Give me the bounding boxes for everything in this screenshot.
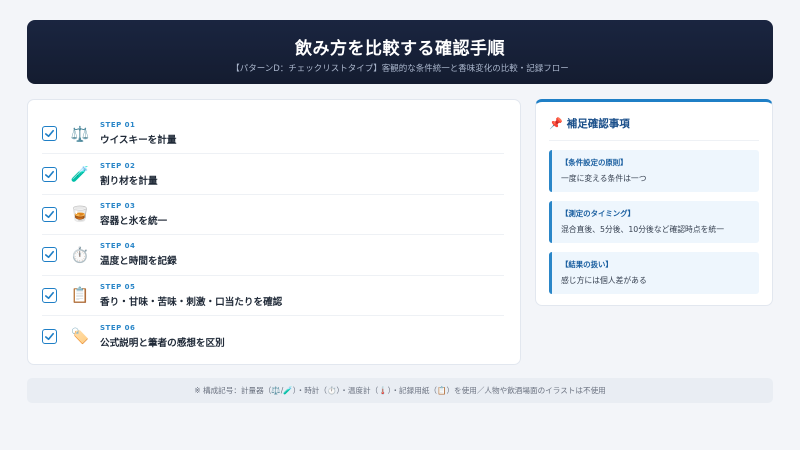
step-number: STEP 06 (100, 323, 136, 332)
step-item: 🧪 STEP 02 割り材を計量 (42, 154, 504, 195)
step-label: ウイスキーを計量 (100, 135, 177, 147)
note-heading: 【結果の扱い】 (561, 260, 613, 269)
test-tube-icon: 🧪 (70, 165, 90, 184)
notes-title: 補足確認事項 (566, 118, 630, 130)
stopwatch-icon: ⏱️ (70, 245, 90, 264)
step-item: ⏱️ STEP 04 温度と時間を記録 (42, 235, 504, 276)
step-label: 割り材を計量 (100, 175, 158, 187)
step-number: STEP 05 (100, 282, 136, 291)
step-label: 公式説明と筆者の感想を区別 (100, 337, 225, 349)
checkbox-checked-icon[interactable] (42, 166, 57, 182)
step-item: ⚖️ STEP 01 ウイスキーを計量 (42, 114, 504, 155)
note-heading: 【条件設定の原則】 (561, 158, 628, 167)
step-item: 📋 STEP 05 香り・甘味・苦味・刺激・口当たりを確認 (42, 276, 504, 316)
notes-heading: 📌 補足確認事項 (549, 116, 759, 141)
page-subtitle: 【パターンD：チェックリストタイプ】客観的な条件統一と香味変化の比較・記録フロー (231, 64, 569, 74)
step-number: STEP 03 (100, 201, 136, 210)
note-body: 感じ方には個人差がある (561, 276, 647, 285)
tumbler-glass-icon: 🥃 (70, 205, 90, 224)
step-label: 温度と時間を記録 (100, 256, 177, 268)
supplementary-notes-card: 📌 補足確認事項 【条件設定の原則】 一度に変える条件は一つ 【測定のタイミング… (535, 99, 773, 306)
pushpin-icon: 📌 (549, 117, 563, 130)
page-title: 飲み方を比較する確認手順 (295, 39, 505, 59)
note-body: 混合直後、5分後、10分後など確認時点を統一 (561, 225, 725, 234)
checkbox-checked-icon[interactable] (42, 206, 57, 222)
step-number: STEP 02 (100, 161, 136, 170)
step-number: STEP 01 (100, 121, 136, 130)
step-label: 香り・甘味・苦味・刺激・口当たりを確認 (100, 296, 283, 308)
checklist-card: ⚖️ STEP 01 ウイスキーを計量 🧪 STEP 02 割り材を計量 🥃 S… (27, 99, 521, 365)
footer-note: ※ 構成記号：計量器（⚖️/🧪）・時計（⏱️）・温度計（🌡️）・記録用紙（📋）を… (27, 378, 773, 403)
clipboard-icon: 📋 (70, 286, 90, 305)
note-item: 【結果の扱い】 感じ方には個人差がある (549, 252, 759, 294)
step-label: 容器と氷を統一 (100, 215, 168, 227)
note-item: 【条件設定の原則】 一度に変える条件は一つ (549, 150, 759, 192)
step-number: STEP 04 (100, 242, 136, 251)
label-tag-icon: 🏷️ (70, 327, 90, 346)
note-body: 一度に変える条件は一つ (561, 174, 647, 183)
scale-icon: ⚖️ (70, 124, 90, 143)
checkbox-checked-icon[interactable] (42, 328, 57, 344)
checkbox-checked-icon[interactable] (42, 287, 57, 303)
step-item: 🏷️ STEP 06 公式説明と筆者の感想を区別 (42, 316, 504, 356)
step-item: 🥃 STEP 03 容器と氷を統一 (42, 195, 504, 236)
page-header: 飲み方を比較する確認手順 【パターンD：チェックリストタイプ】客観的な条件統一と… (27, 20, 773, 84)
note-heading: 【測定のタイミング】 (561, 209, 635, 218)
checkbox-checked-icon[interactable] (42, 126, 57, 142)
checkbox-checked-icon[interactable] (42, 247, 57, 263)
note-item: 【測定のタイミング】 混合直後、5分後、10分後など確認時点を統一 (549, 201, 759, 243)
